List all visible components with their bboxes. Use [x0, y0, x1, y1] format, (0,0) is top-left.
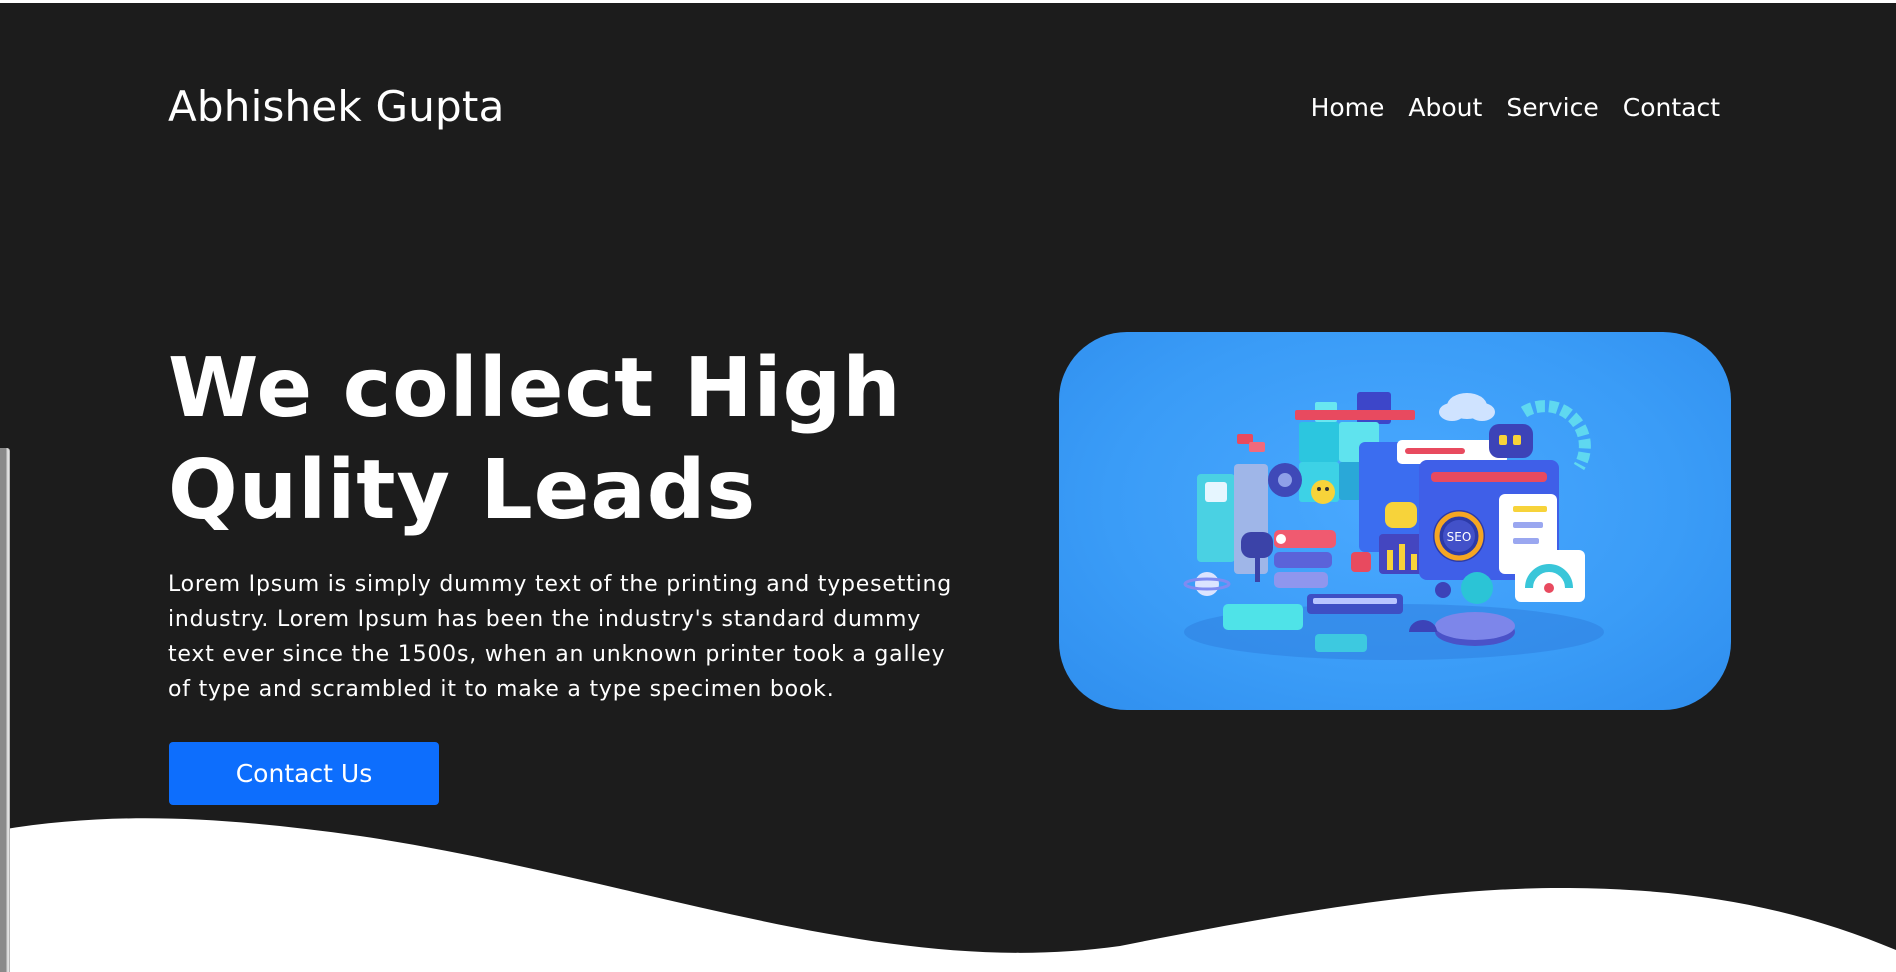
contact-us-button[interactable]: Contact Us [169, 742, 439, 805]
hero-description: Lorem Ipsum is simply dummy text of the … [168, 572, 952, 702]
nav-links: Home About Service Contact [1311, 93, 1720, 122]
nav-link-contact[interactable]: Contact [1623, 93, 1720, 122]
page: Abhishek Gupta Home About Service Contac… [0, 0, 1896, 972]
bottom-wave [0, 818, 1896, 972]
nav-link-about[interactable]: About [1408, 93, 1482, 122]
marketing-3d-illustration-icon: SEO [1183, 392, 1604, 660]
scrollbar[interactable] [0, 448, 10, 972]
hero-title: We collect High Qulity Leads [168, 338, 928, 542]
hero-title-line-2: Qulity Leads [168, 443, 757, 538]
seo-label: SEO [1447, 530, 1472, 544]
hero-illustration: SEO [1059, 332, 1731, 710]
hero-title-line-1: We collect High [168, 341, 902, 436]
nav-link-service[interactable]: Service [1506, 93, 1598, 122]
brand-name[interactable]: Abhishek Gupta [168, 82, 505, 131]
nav-link-home[interactable]: Home [1311, 93, 1385, 122]
navbar: Abhishek Gupta Home About Service Contac… [0, 0, 1896, 220]
